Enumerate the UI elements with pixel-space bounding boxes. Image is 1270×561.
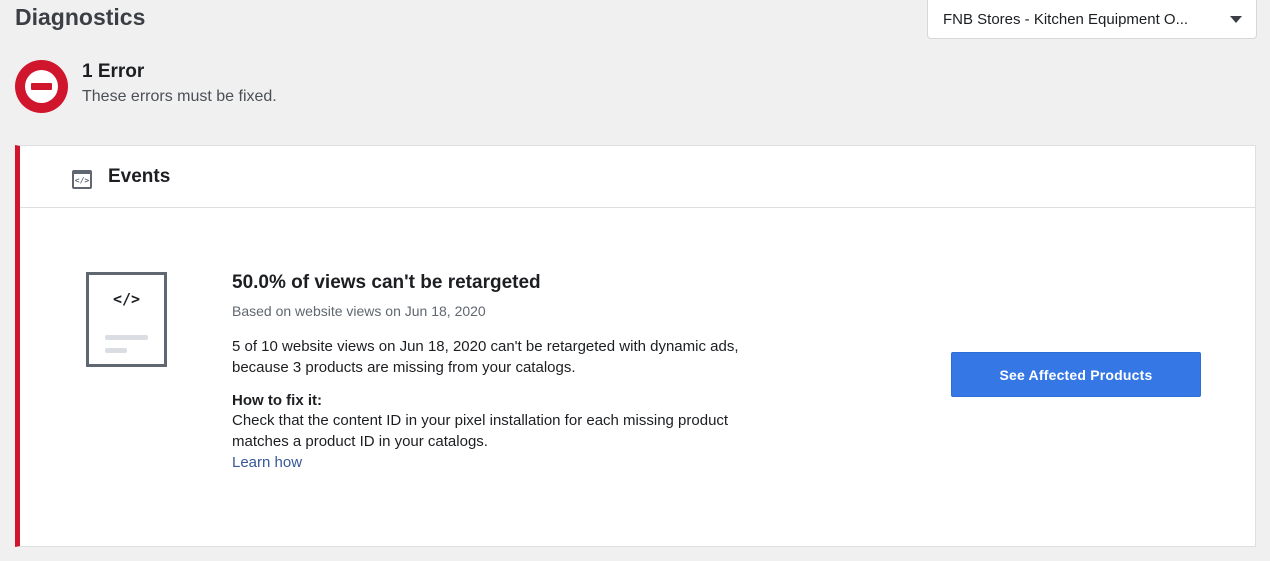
issue-headline: 50.0% of views can't be retargeted <box>232 272 541 293</box>
issue-description: 5 of 10 website views on Jun 18, 2020 ca… <box>232 336 792 378</box>
fix-instructions-line: matches a product ID in your catalogs. <box>232 433 488 450</box>
issue-content: 50.0% of views can't be retargeted Based… <box>232 272 792 473</box>
fix-instructions-line: Check that the content ID in your pixel … <box>232 412 729 429</box>
fix-title: How to fix it: <box>232 392 322 409</box>
error-stop-icon <box>15 60 68 113</box>
error-count: 1 Error <box>82 61 145 82</box>
page-title: Diagnostics <box>15 4 146 30</box>
issue-description-line: 5 of 10 website views on Jun 18, 2020 ca… <box>232 338 739 355</box>
catalog-selector[interactable]: FNB Stores - Kitchen Equipment O... <box>927 0 1257 39</box>
code-window-icon: </> <box>72 169 92 189</box>
diagnostics-page: Diagnostics FNB Stores - Kitchen Equipme… <box>0 0 1270 561</box>
code-document-illustration: </> <box>86 272 167 367</box>
card-title: Events <box>108 165 171 187</box>
learn-how-link[interactable]: Learn how <box>232 452 302 473</box>
issue-description-line: because 3 products are missing from your… <box>232 359 576 376</box>
catalog-selector-value: FNB Stores - Kitchen Equipment O... <box>943 10 1189 28</box>
error-description: These errors must be fixed. <box>82 88 277 105</box>
fix-instructions: Check that the content ID in your pixel … <box>232 410 792 452</box>
issue-date: Based on website views on Jun 18, 2020 <box>232 303 486 319</box>
error-summary: 1 Error These errors must be fixed. <box>15 60 277 113</box>
events-error-card: </> Events </> 50.0% of views can't be r… <box>15 145 1256 547</box>
code-glyph: </> <box>112 290 141 308</box>
caret-down-icon <box>1230 15 1242 23</box>
see-affected-products-button[interactable]: See Affected Products <box>951 352 1201 397</box>
card-header: </> Events <box>20 146 1255 208</box>
